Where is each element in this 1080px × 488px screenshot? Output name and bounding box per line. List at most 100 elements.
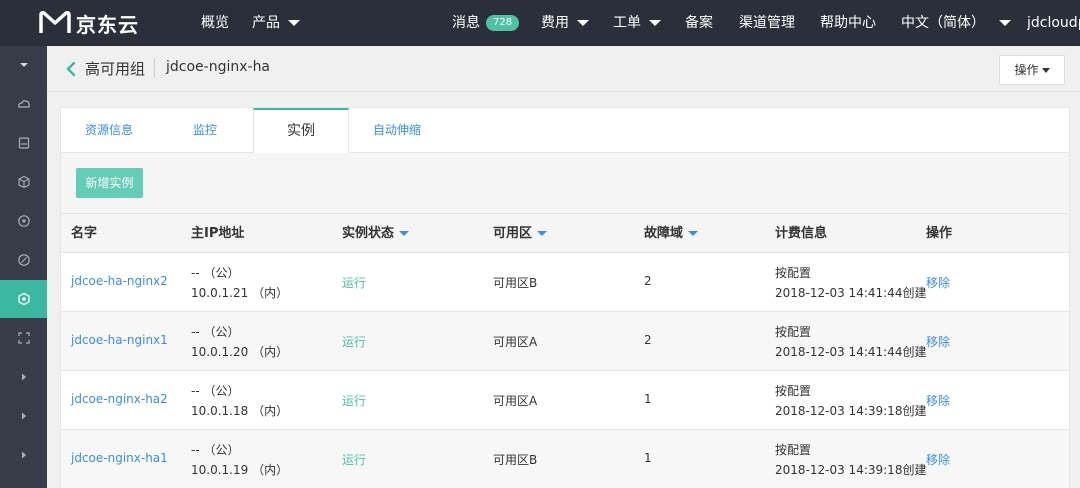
back-arrow-icon[interactable] [65, 60, 77, 78]
column-header-status[interactable]: 实例状态 [342, 214, 410, 254]
nav-tickets-label: 工单 [613, 15, 641, 31]
availability-zone: 可用区A [493, 394, 538, 408]
message-count-badge: 728 [486, 15, 520, 31]
instance-name-link[interactable]: jdcoe-nginx-ha1 [71, 451, 168, 465]
nav-messages[interactable]: 消息 728 [452, 0, 520, 46]
nav-help-center[interactable]: 帮助中心 [820, 0, 876, 46]
jdcloud-logo-icon [39, 11, 71, 33]
instance-name-link[interactable]: jdcoe-ha-nginx1 [71, 333, 168, 347]
nav-overview[interactable]: 概览 [201, 0, 229, 46]
nav-filing[interactable]: 备案 [685, 0, 713, 46]
instance-status: 运行 [342, 453, 367, 467]
remove-button[interactable]: 移除 [926, 274, 950, 291]
sidebar-item-cloud-host[interactable] [0, 85, 47, 123]
top-navigation-bar: 京东云 概览 产品 消息 728 费用 工单 备案 渠道管理 帮助中心 中文（简体… [0, 0, 1080, 46]
breadcrumb-parent[interactable]: 高可用组 [85, 58, 145, 79]
brand-name: 京东云 [76, 12, 139, 37]
page-title: jdcoe-nginx-ha [166, 59, 271, 75]
caret-down-icon [577, 20, 589, 26]
sidebar-group-toggle-2[interactable] [0, 397, 47, 435]
table-header: 名字 主IP地址 实例状态 可用区 故障域 计费信息 操作 [61, 213, 1069, 253]
billing-type: 按配置 [775, 443, 812, 457]
private-ip: 10.0.1.18 （内） [191, 404, 289, 418]
chevron-right-icon [21, 373, 26, 381]
cube-icon [17, 175, 30, 189]
instance-name-link[interactable]: jdcoe-nginx-ha2 [71, 392, 168, 406]
operate-button-label: 操作 [1014, 63, 1039, 77]
chevron-down-icon [19, 63, 28, 67]
sidebar-item-security[interactable] [0, 241, 47, 279]
network-icon [17, 215, 30, 227]
breadcrumb: 高可用组 jdcoe-nginx-ha 操作 [47, 46, 1080, 92]
nav-fees[interactable]: 费用 [541, 0, 589, 46]
billing-type: 按配置 [775, 266, 812, 280]
cloud-host-icon [17, 100, 30, 108]
availability-zone: 可用区B [493, 276, 538, 290]
remove-button[interactable]: 移除 [926, 451, 950, 468]
remove-button[interactable]: 移除 [926, 333, 950, 350]
toolbar: 新增实例 [61, 153, 1069, 213]
brand-logo[interactable]: 京东云 [38, 9, 139, 37]
nav-language[interactable]: 中文（简体） [901, 0, 1011, 46]
nav-fees-label: 费用 [541, 15, 569, 31]
tab-monitoring[interactable]: 监控 [157, 108, 253, 153]
tab-bar: 资源信息 监控 实例 自动伸缩 [61, 108, 1069, 154]
private-ip: 10.0.1.19 （内） [191, 463, 289, 477]
sidebar-item-expand[interactable] [0, 319, 47, 357]
instance-name-link[interactable]: jdcoe-ha-nginx2 [71, 274, 168, 288]
instance-status: 运行 [342, 276, 367, 290]
sidebar-item-ha-group[interactable] [0, 280, 47, 318]
expand-icon [17, 332, 30, 344]
availability-zone: 可用区B [493, 453, 538, 467]
chevron-right-icon [21, 451, 26, 459]
tab-resource-info[interactable]: 资源信息 [61, 108, 157, 153]
table-row: jdcoe-nginx-ha2 -- （公） 10.0.1.18 （内） 运行 … [61, 371, 1069, 430]
created-time: 2018-12-03 14:41:44创建 [775, 286, 927, 300]
sidebar-item-network[interactable] [0, 202, 47, 240]
sidebar [0, 46, 47, 488]
column-header-fault-domain[interactable]: 故障域 [644, 214, 699, 254]
nav-products[interactable]: 产品 [252, 0, 300, 46]
tab-auto-scaling[interactable]: 自动伸缩 [349, 108, 445, 153]
fault-domain: 1 [644, 451, 652, 465]
caret-down-icon [999, 20, 1011, 26]
add-instance-button[interactable]: 新增实例 [76, 168, 143, 198]
sidebar-item-database[interactable] [0, 124, 47, 162]
database-icon [18, 137, 29, 149]
nav-language-label: 中文（简体） [901, 15, 985, 31]
filter-caret-icon [399, 231, 410, 236]
billing-type: 按配置 [775, 384, 812, 398]
breadcrumb-divider [154, 58, 155, 78]
sidebar-item-storage[interactable] [0, 163, 47, 201]
tab-instances[interactable]: 实例 [253, 108, 349, 154]
column-header-status-label: 实例状态 [342, 226, 395, 241]
fault-domain: 2 [644, 274, 652, 288]
security-icon [17, 254, 30, 266]
column-header-fault-domain-label: 故障域 [644, 226, 684, 241]
column-header-az-label: 可用区 [493, 226, 533, 241]
ha-group-icon [17, 292, 30, 306]
table-row: jdcoe-nginx-ha1 -- （公） 10.0.1.19 （内） 运行 … [61, 430, 1069, 488]
sidebar-collapse-toggle[interactable] [0, 46, 47, 84]
instance-status: 运行 [342, 394, 367, 408]
column-header-name: 名字 [71, 226, 98, 241]
nav-channel-management[interactable]: 渠道管理 [739, 0, 795, 46]
column-header-ip: 主IP地址 [191, 226, 245, 241]
private-ip: 10.0.1.20 （内） [191, 345, 289, 359]
operate-dropdown-button[interactable]: 操作 [999, 55, 1065, 85]
remove-button[interactable]: 移除 [926, 392, 950, 409]
sidebar-group-toggle-3[interactable] [0, 436, 47, 474]
caret-down-icon [649, 20, 661, 26]
sidebar-group-toggle-1[interactable] [0, 358, 47, 396]
filter-caret-icon [537, 231, 548, 236]
nav-tickets[interactable]: 工单 [613, 0, 661, 46]
column-header-az[interactable]: 可用区 [493, 214, 548, 254]
created-time: 2018-12-03 14:39:18创建 [775, 463, 927, 477]
caret-down-icon [1041, 68, 1050, 73]
public-ip: -- （公） [191, 384, 240, 398]
created-time: 2018-12-03 14:39:18创建 [775, 404, 927, 418]
instance-status: 运行 [342, 335, 367, 349]
nav-products-label: 产品 [252, 15, 280, 31]
nav-user[interactable]: jdcloudpr [1027, 0, 1080, 46]
public-ip: -- （公） [191, 266, 240, 280]
